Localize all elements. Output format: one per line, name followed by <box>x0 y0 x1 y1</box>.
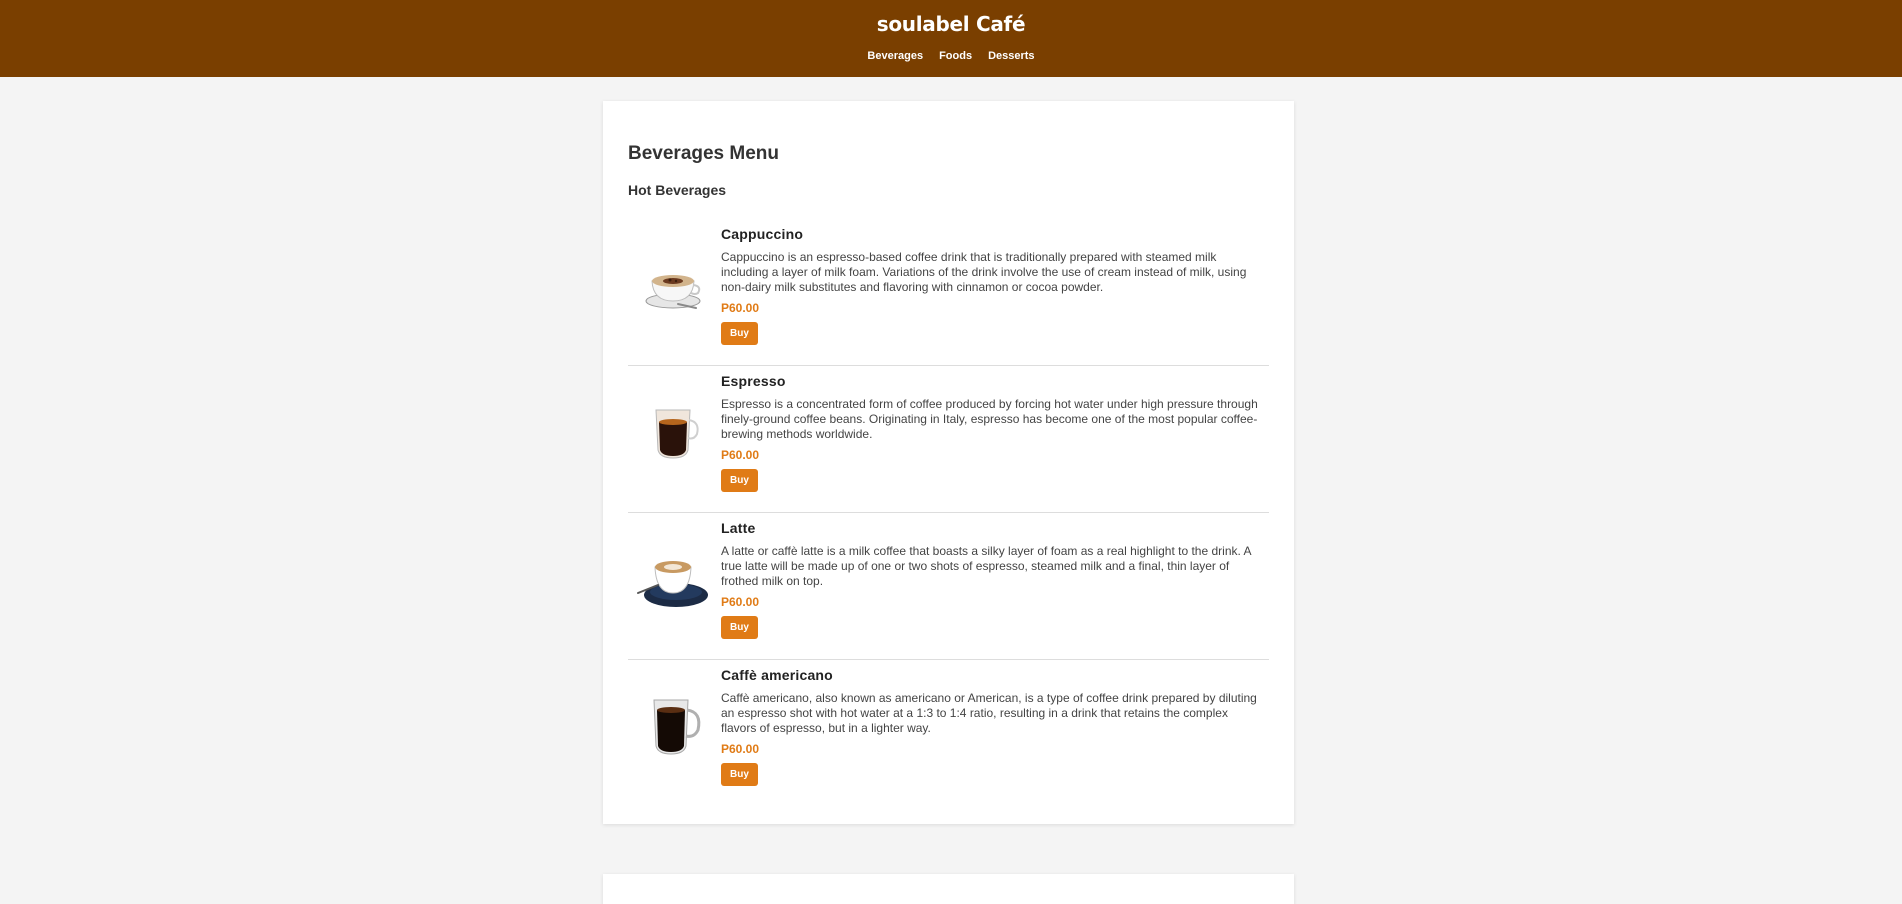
buy-button[interactable]: Buy <box>721 322 758 345</box>
main-nav: Beverages Foods Desserts <box>0 50 1902 62</box>
item-name: Caffè americano <box>721 667 833 683</box>
nav-beverages[interactable]: Beverages <box>867 50 923 62</box>
buy-button[interactable]: Buy <box>721 469 758 492</box>
next-menu-card <box>603 874 1294 904</box>
brand-title: soulabel Café <box>876 12 1026 36</box>
menu-item: Espresso Espresso is a concentrated form… <box>628 366 1269 513</box>
espresso-glass-image <box>655 409 699 459</box>
menu-card: Beverages Menu Hot Beverages Cappuccino … <box>603 101 1294 824</box>
item-price: P60.00 <box>721 448 760 462</box>
item-price: P60.00 <box>721 742 760 756</box>
site-header: soulabel Café Beverages Foods Desserts <box>0 0 1902 77</box>
item-description: Caffè americano, also known as americano… <box>721 691 1257 735</box>
menu-item: Cappuccino Cappuccino is an espresso-bas… <box>628 219 1269 366</box>
section-title: Hot Beverages <box>628 182 727 198</box>
americano-mug-image <box>653 699 701 755</box>
cappuccino-cup-image <box>645 275 701 309</box>
item-name: Latte <box>721 520 756 536</box>
item-description: Cappuccino is an espresso-based coffee d… <box>721 250 1247 294</box>
nav-desserts[interactable]: Desserts <box>988 50 1034 62</box>
buy-button[interactable]: Buy <box>721 763 758 786</box>
nav-foods[interactable]: Foods <box>939 50 972 62</box>
latte-cup-image <box>637 561 708 607</box>
menu-item-list: Cappuccino Cappuccino is an espresso-bas… <box>628 219 1269 807</box>
menu-title: Beverages Menu <box>628 143 780 164</box>
item-name: Cappuccino <box>721 226 804 242</box>
item-description: Espresso is a concentrated form of coffe… <box>721 397 1258 441</box>
item-price: P60.00 <box>721 301 760 315</box>
buy-button[interactable]: Buy <box>721 616 758 639</box>
item-description: A latte or caffè latte is a milk coffee … <box>721 544 1251 588</box>
menu-item: Caffè americano Caffè americano, also kn… <box>628 660 1269 807</box>
menu-item: Latte A latte or caffè latte is a milk c… <box>628 513 1269 660</box>
item-name: Espresso <box>721 373 786 389</box>
item-price: P60.00 <box>721 595 760 609</box>
